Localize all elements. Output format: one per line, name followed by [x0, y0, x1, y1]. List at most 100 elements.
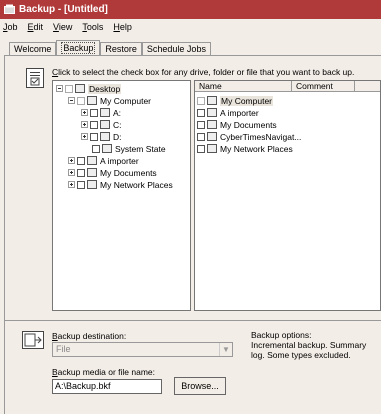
destination-select[interactable]: File ▼: [52, 342, 233, 357]
media-label: Backup media or file name:: [52, 367, 155, 377]
backup-destination-icon: [22, 331, 44, 349]
tree-label: A importer: [100, 155, 139, 166]
menu-bar: Job Edit View Tools Help: [0, 19, 381, 34]
tree-node-a-importer[interactable]: A importer: [68, 155, 139, 166]
checkbox[interactable]: [197, 144, 205, 153]
tree-label: My Documents: [100, 167, 157, 178]
floppy-drive-icon: [100, 108, 110, 117]
tree-node-a-drive[interactable]: A:: [81, 107, 121, 118]
list-item[interactable]: My Documents: [197, 119, 277, 130]
tab-schedule-label: Schedule Jobs: [146, 44, 206, 54]
menu-view[interactable]: View: [53, 22, 72, 32]
system-state-icon: [102, 144, 112, 153]
list-item[interactable]: My Network Places: [197, 143, 293, 154]
list-item[interactable]: A importer: [197, 107, 259, 118]
instruction-text: Click to select the check box for any dr…: [52, 67, 355, 77]
hard-drive-icon: [100, 120, 110, 129]
desktop-icon: [75, 84, 85, 93]
expand-icon[interactable]: [68, 169, 75, 176]
checkbox[interactable]: [92, 144, 100, 153]
checkbox[interactable]: [77, 180, 85, 189]
tab-schedule-jobs[interactable]: Schedule Jobs: [141, 42, 211, 56]
computer-icon: [207, 96, 217, 105]
chevron-down-icon[interactable]: ▼: [219, 343, 232, 356]
checkbox[interactable]: [65, 84, 73, 93]
expand-icon[interactable]: [81, 133, 88, 140]
network-places-icon: [207, 144, 217, 153]
menu-job[interactable]: Job: [3, 22, 18, 32]
checkbox[interactable]: [197, 96, 205, 105]
list-item-label: CyberTimesNavigat...: [220, 131, 302, 142]
cd-drive-icon: [100, 132, 110, 141]
tree-label: C:: [113, 119, 122, 130]
tab-restore-label: Restore: [105, 44, 137, 54]
tree-node-my-documents[interactable]: My Documents: [68, 167, 157, 178]
media-filename-input[interactable]: A:\Backup.bkf: [52, 379, 162, 394]
options-text: Incremental backup. Summary log. Some ty…: [251, 340, 367, 360]
browse-button-label: Browse...: [181, 381, 219, 391]
menu-help[interactable]: Help: [113, 22, 132, 32]
checkbox[interactable]: [90, 108, 98, 117]
tab-restore[interactable]: Restore: [100, 42, 142, 56]
menu-edit[interactable]: Edit: [28, 22, 44, 32]
expand-icon[interactable]: [81, 121, 88, 128]
destination-value: File: [56, 344, 71, 354]
tab-backup-label: Backup: [61, 42, 96, 54]
list-item-label: My Computer: [220, 95, 274, 106]
checkbox[interactable]: [197, 108, 205, 117]
list-item[interactable]: CyberTimesNavigat...: [197, 131, 301, 142]
tree-label: Desktop: [88, 83, 122, 94]
browse-button[interactable]: Browse...: [174, 377, 226, 395]
list-item[interactable]: My Computer: [197, 95, 274, 106]
tree-label: System State: [115, 143, 166, 154]
file-list: Name Comment My Computer A importer My D…: [194, 80, 381, 311]
list-item-label: My Network Places: [220, 143, 293, 154]
divider: [4, 320, 381, 321]
tree-label: D:: [113, 131, 122, 142]
destination-label: Backup destination:: [52, 331, 127, 341]
list-header: Name Comment: [195, 81, 380, 92]
backup-options: Backup options: Incremental backup. Summ…: [251, 330, 376, 360]
expand-icon[interactable]: [68, 157, 75, 164]
folder-icon: [87, 156, 97, 165]
my-documents-icon: [207, 120, 217, 129]
my-documents-icon: [87, 168, 97, 177]
options-label: Backup options:: [251, 330, 312, 340]
document-icon: [207, 132, 217, 141]
checkbox[interactable]: [77, 96, 85, 105]
column-name[interactable]: Name: [195, 81, 292, 91]
collapse-icon[interactable]: [68, 97, 75, 104]
expand-icon[interactable]: [68, 181, 75, 188]
backup-window: Backup - [Untitled] Job Edit View Tools …: [0, 0, 381, 414]
tree-label: A:: [113, 107, 122, 118]
collapse-icon[interactable]: [56, 85, 63, 92]
backup-app-icon: [4, 4, 15, 15]
tree-node-my-network-places[interactable]: My Network Places: [68, 179, 173, 190]
checkbox[interactable]: [197, 132, 205, 141]
tree-node-d-drive[interactable]: D:: [81, 131, 122, 142]
column-comment[interactable]: Comment: [292, 81, 355, 91]
title-bar: Backup - [Untitled]: [0, 0, 381, 19]
checkbox[interactable]: [77, 156, 85, 165]
tab-welcome[interactable]: Welcome: [9, 42, 57, 56]
list-item-label: My Documents: [220, 119, 277, 130]
list-item-label: A importer: [220, 107, 259, 118]
network-places-icon: [87, 180, 97, 189]
checkbox[interactable]: [90, 132, 98, 141]
backup-checklist-icon: [26, 68, 44, 88]
tree-node-my-computer[interactable]: My Computer: [68, 95, 151, 106]
tree-node-c-drive[interactable]: C:: [81, 119, 122, 130]
expand-icon[interactable]: [81, 109, 88, 116]
folder-tree: Desktop My Computer A: C: D: System Stat…: [52, 80, 191, 311]
tree-node-system-state[interactable]: System State: [92, 143, 166, 154]
checkbox[interactable]: [77, 168, 85, 177]
tab-backup[interactable]: Backup: [56, 40, 101, 56]
tree-node-desktop[interactable]: Desktop: [56, 83, 122, 94]
menu-tools[interactable]: Tools: [82, 22, 103, 32]
tab-strip: Welcome Backup Restore Schedule Jobs: [9, 40, 211, 56]
tree-label: My Computer: [100, 95, 152, 106]
checkbox[interactable]: [90, 120, 98, 129]
window-title: Backup - [Untitled]: [19, 4, 108, 15]
checkbox[interactable]: [197, 120, 205, 129]
tree-label: My Network Places: [100, 179, 173, 190]
